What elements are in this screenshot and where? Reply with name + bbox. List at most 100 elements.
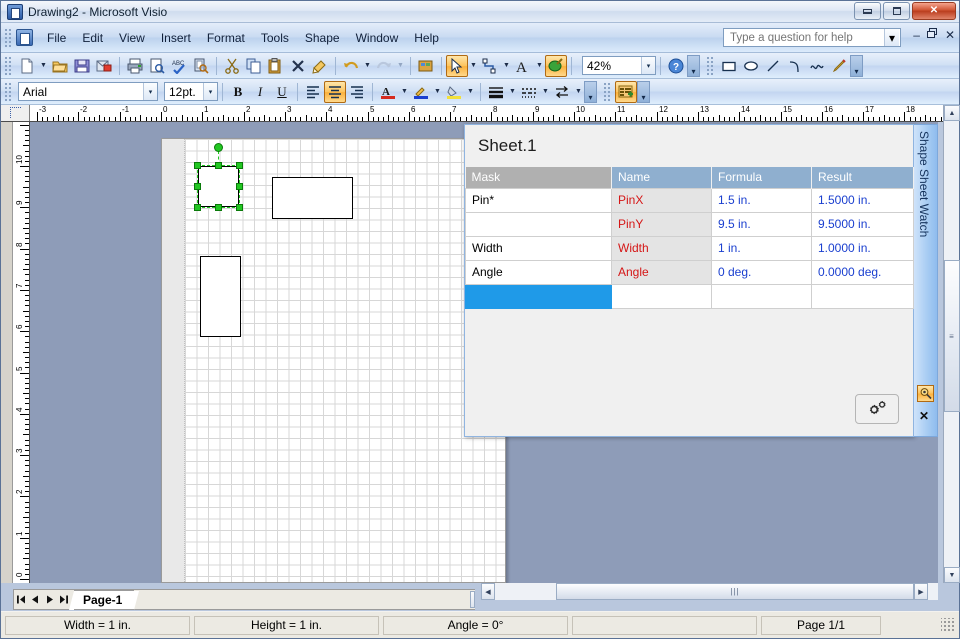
delete-button[interactable]: [287, 55, 309, 77]
text-dropdown-arrow-icon[interactable]: ▼: [534, 55, 545, 77]
font-color-dropdown-arrow-icon[interactable]: ▼: [399, 81, 410, 103]
handle-top-center[interactable]: [215, 162, 222, 169]
table-row[interactable]: Angle Angle 0 deg. 0.0000 deg.: [465, 259, 914, 285]
cell-name[interactable]: [611, 283, 712, 309]
menu-item-shape[interactable]: Shape: [297, 28, 348, 48]
mdi-minimize-button[interactable]: –: [913, 29, 920, 41]
connector-dropdown-arrow-icon[interactable]: ▼: [501, 55, 512, 77]
drawing-vertical-scrollbar[interactable]: ▲ ≡ ▼: [943, 105, 960, 583]
previous-page-button[interactable]: [28, 591, 42, 608]
spelling-button[interactable]: ABC: [168, 55, 190, 77]
column-header-name[interactable]: Name: [611, 167, 712, 188]
auto-hide-pin-button[interactable]: [917, 385, 934, 402]
ruler-corner[interactable]: [1, 105, 30, 121]
next-page-button[interactable]: [42, 591, 56, 608]
line-pattern-dropdown-arrow-icon[interactable]: ▼: [540, 81, 551, 103]
help-search-input[interactable]: [728, 30, 884, 45]
maximize-button[interactable]: [883, 2, 910, 20]
menu-item-edit[interactable]: Edit: [74, 28, 111, 48]
vertical-ruler[interactable]: 0 1 2 3 4 5 6 7 8 9 10: [13, 122, 30, 583]
shape-fill-button[interactable]: [545, 54, 567, 77]
pointer-dropdown-arrow-icon[interactable]: ▼: [468, 55, 479, 77]
drawing-toolbar-grip[interactable]: [706, 55, 714, 76]
rectangle-shape-wide[interactable]: [272, 177, 353, 219]
bold-button[interactable]: B: [227, 81, 249, 103]
cell-result[interactable]: 9.5000 in.: [811, 211, 914, 237]
formatting-toolbar-grip[interactable]: [4, 81, 12, 102]
menu-item-window[interactable]: Window: [348, 28, 407, 48]
line-tool-button[interactable]: [762, 55, 784, 77]
menu-item-insert[interactable]: Insert: [153, 28, 199, 48]
cell-formula[interactable]: 1 in.: [711, 235, 812, 261]
line-weight-dropdown-arrow-icon[interactable]: ▼: [507, 81, 518, 103]
line-pattern-button[interactable]: [518, 81, 540, 103]
cell-result[interactable]: 0.0000 deg.: [811, 259, 914, 285]
close-button[interactable]: ✕: [912, 2, 956, 20]
handle-bottom-center[interactable]: [215, 204, 222, 211]
column-header-result[interactable]: Result: [811, 167, 914, 188]
undo-dropdown-arrow-icon[interactable]: ▼: [362, 55, 373, 77]
column-header-formula[interactable]: Formula: [711, 167, 812, 188]
redo-button[interactable]: [373, 55, 395, 77]
pointer-tool-button[interactable]: [446, 54, 468, 77]
vertical-scroll-thumb[interactable]: ≡: [944, 260, 960, 412]
font-name-combobox[interactable]: Arial ▾: [18, 82, 158, 101]
scroll-down-button[interactable]: ▼: [944, 567, 960, 583]
rotation-handle[interactable]: [214, 143, 223, 152]
cell-result[interactable]: 1.0000 in.: [811, 235, 914, 261]
cell-name[interactable]: Angle: [611, 259, 712, 285]
help-search-box[interactable]: ▾: [723, 28, 901, 47]
shape-sheet-watch-tab[interactable]: Shape Sheet Watch ✕: [914, 124, 938, 437]
last-page-button[interactable]: [56, 591, 70, 608]
align-center-button[interactable]: [324, 80, 346, 103]
addin-toolbar-grip[interactable]: [603, 81, 611, 102]
new-dropdown-arrow-icon[interactable]: ▼: [38, 55, 49, 77]
zoom-combobox[interactable]: 42% ▾: [582, 56, 656, 75]
table-row[interactable]: Pin* PinX 1.5 in. 1.5000 in.: [465, 187, 914, 213]
cell-mask[interactable]: [465, 211, 612, 237]
cut-button[interactable]: [221, 55, 243, 77]
line-ends-dropdown-arrow-icon[interactable]: ▼: [573, 81, 584, 103]
chevron-down-icon[interactable]: ▾: [884, 29, 899, 46]
undo-button[interactable]: [340, 55, 362, 77]
rectangle-tool-button[interactable]: [718, 55, 740, 77]
copy-button[interactable]: [243, 55, 265, 77]
handle-bottom-left[interactable]: [194, 204, 201, 211]
scroll-right-button[interactable]: ▶: [914, 583, 928, 600]
cell-formula[interactable]: [711, 283, 812, 309]
cell-mask[interactable]: Pin*: [465, 187, 612, 213]
cell-formula[interactable]: 1.5 in.: [711, 187, 812, 213]
cell-mask[interactable]: Width: [465, 235, 612, 261]
save-button[interactable]: [71, 55, 93, 77]
line-color-button[interactable]: [410, 81, 432, 103]
first-page-button[interactable]: [14, 591, 28, 608]
settings-button[interactable]: [855, 394, 899, 424]
line-ends-button[interactable]: [551, 81, 573, 103]
standard-toolbar-grip[interactable]: [4, 55, 12, 76]
handle-bottom-right[interactable]: [236, 204, 243, 211]
pencil-tool-button[interactable]: [828, 55, 850, 77]
column-header-mask[interactable]: Mask: [465, 167, 612, 188]
cell-formula[interactable]: 0 deg.: [711, 259, 812, 285]
line-color-dropdown-arrow-icon[interactable]: ▼: [432, 81, 443, 103]
menubar-grip[interactable]: [4, 27, 12, 48]
connector-tool-button[interactable]: [479, 55, 501, 77]
cell-name[interactable]: PinX: [611, 187, 712, 213]
horizontal-scroll-thumb[interactable]: |||: [556, 583, 914, 600]
chevron-down-icon[interactable]: ▾: [641, 57, 655, 74]
font-color-button[interactable]: A: [377, 81, 399, 103]
drawing-horizontal-scrollbar[interactable]: ◀ ||| ▶: [481, 583, 938, 600]
tab-splitter-handle[interactable]: [470, 591, 475, 608]
cell-name[interactable]: Width: [611, 235, 712, 261]
align-left-button[interactable]: [302, 81, 324, 103]
cell-mask-selected[interactable]: [465, 283, 612, 309]
menu-item-tools[interactable]: Tools: [253, 28, 297, 48]
page-tab-page-1[interactable]: Page-1: [68, 590, 140, 610]
addin-toolbar-overflow-button[interactable]: ▾: [637, 80, 650, 103]
italic-button[interactable]: I: [249, 81, 271, 103]
horizontal-ruler[interactable]: -3 -2 -1 0 1 2 3 4 5 6 7 8 9 10 11 12 13 14 15 16 17 18: [1, 105, 959, 122]
rectangle-shape-tall[interactable]: [200, 256, 241, 337]
menu-item-view[interactable]: View: [111, 28, 153, 48]
fill-color-dropdown-arrow-icon[interactable]: ▼: [465, 81, 476, 103]
close-panel-button[interactable]: ✕: [919, 410, 929, 422]
